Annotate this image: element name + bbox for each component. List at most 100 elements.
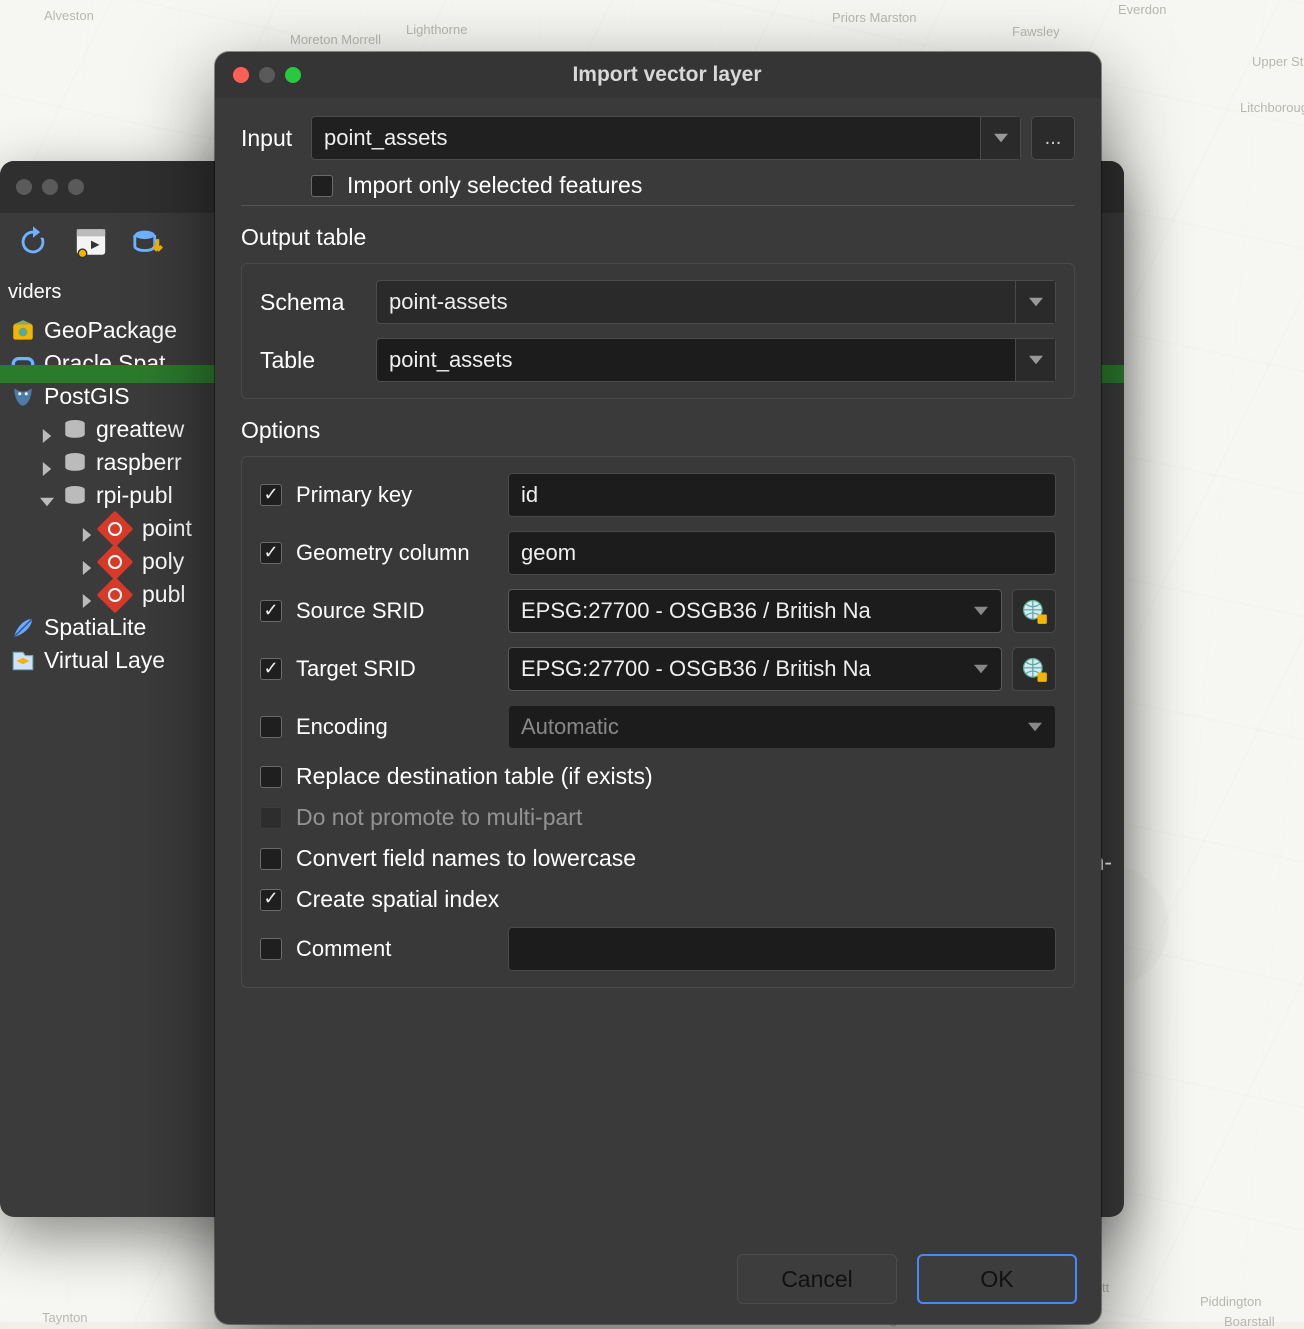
source-srid-checkbox[interactable] <box>260 600 282 622</box>
spatialite-icon <box>10 615 36 641</box>
map-label: Piddington <box>1200 1294 1261 1309</box>
divider <box>241 205 1075 206</box>
map-label: Priors Marston <box>832 10 917 25</box>
target-srid-picker-button[interactable] <box>1012 647 1056 691</box>
spatial-index-label: Create spatial index <box>296 886 499 913</box>
chevron-down-icon[interactable] <box>980 117 1020 159</box>
sql-window-icon[interactable] <box>72 223 110 261</box>
virtual-layers-icon <box>10 648 36 674</box>
schema-label: point <box>142 515 192 542</box>
map-label: Lighthorne <box>406 22 467 37</box>
cancel-button[interactable]: Cancel <box>737 1254 897 1304</box>
minimize-icon[interactable] <box>259 67 275 83</box>
provider-label: PostGIS <box>44 383 130 410</box>
dialog-title: Import vector layer <box>311 63 1083 87</box>
zoom-icon[interactable] <box>285 67 301 83</box>
spatial-index-checkbox[interactable] <box>260 889 282 911</box>
replace-table-checkbox[interactable] <box>260 766 282 788</box>
no-multipart-checkbox <box>260 807 282 829</box>
close-icon[interactable] <box>233 67 249 83</box>
table-label: Table <box>260 347 376 374</box>
chevron-down-icon[interactable] <box>961 648 1001 690</box>
min-dot-inactive[interactable] <box>42 179 58 195</box>
map-label: Fawsley <box>1012 24 1060 39</box>
schema-icon <box>97 576 134 613</box>
input-layer-combo[interactable]: point_assets <box>311 116 1021 160</box>
connection-label: greattew <box>96 416 184 443</box>
database-icon <box>62 450 88 476</box>
output-table-group: Schema point-assets Table point_assets <box>241 263 1075 399</box>
browse-button[interactable]: ... <box>1031 116 1075 160</box>
chevron-right-icon <box>80 588 94 602</box>
schema-icon <box>97 543 134 580</box>
source-srid-picker-button[interactable] <box>1012 589 1056 633</box>
map-label: Upper St <box>1252 54 1303 69</box>
dialog-button-bar: Cancel OK <box>737 1254 1077 1304</box>
geopackage-icon <box>10 318 36 344</box>
geometry-column-label: Geometry column <box>296 540 470 566</box>
encoding-checkbox[interactable] <box>260 716 282 738</box>
dialog-titlebar[interactable]: Import vector layer <box>215 52 1101 98</box>
map-label: Litchborough <box>1240 100 1304 115</box>
map-label: Everdon <box>1118 2 1166 17</box>
chevron-right-icon <box>40 423 54 437</box>
refresh-icon[interactable] <box>14 223 52 261</box>
source-srid-combo[interactable]: EPSG:27700 - OSGB36 / British Na <box>508 589 1002 633</box>
schema-icon <box>97 510 134 547</box>
comment-input[interactable] <box>508 927 1056 971</box>
primary-key-label: Primary key <box>296 482 412 508</box>
chevron-down-icon[interactable] <box>961 590 1001 632</box>
connection-label: rpi-publ <box>96 482 173 509</box>
chevron-down-icon[interactable] <box>1015 706 1055 748</box>
schema-combo[interactable]: point-assets <box>376 280 1056 324</box>
ok-button[interactable]: OK <box>917 1254 1077 1304</box>
target-srid-combo[interactable]: EPSG:27700 - OSGB36 / British Na <box>508 647 1002 691</box>
table-value: point_assets <box>389 347 513 373</box>
comment-checkbox[interactable] <box>260 938 282 960</box>
chevron-down-icon[interactable] <box>1015 339 1055 381</box>
map-label: Moreton Morrell <box>290 32 381 47</box>
chevron-down-icon <box>40 489 54 503</box>
primary-key-input[interactable]: id <box>508 473 1056 517</box>
geometry-column-checkbox[interactable] <box>260 542 282 564</box>
chevron-right-icon <box>80 522 94 536</box>
options-label: Options <box>241 417 1075 444</box>
target-srid-checkbox[interactable] <box>260 658 282 680</box>
primary-key-checkbox[interactable] <box>260 484 282 506</box>
chevron-down-icon[interactable] <box>1015 281 1055 323</box>
chevron-right-icon <box>80 555 94 569</box>
schema-label: publ <box>142 581 185 608</box>
database-icon <box>62 417 88 443</box>
encoding-label: Encoding <box>296 714 388 740</box>
schema-value: point-assets <box>389 289 508 315</box>
schema-label: Schema <box>260 289 376 316</box>
import-layer-icon[interactable] <box>130 223 168 261</box>
provider-label: GeoPackage <box>44 317 177 344</box>
close-dot-inactive[interactable] <box>16 179 32 195</box>
lowercase-label: Convert field names to lowercase <box>296 845 636 872</box>
input-layer-value: point_assets <box>324 125 448 151</box>
encoding-combo[interactable]: Automatic <box>508 705 1056 749</box>
traffic-lights-inactive <box>16 179 84 195</box>
geometry-column-input[interactable]: geom <box>508 531 1056 575</box>
import-selected-checkbox[interactable] <box>311 175 333 197</box>
schema-label: poly <box>142 548 184 575</box>
import-selected-label: Import only selected features <box>347 172 642 199</box>
provider-label: Virtual Laye <box>44 647 165 674</box>
map-label: Alveston <box>44 8 94 23</box>
no-multipart-label: Do not promote to multi-part <box>296 804 582 831</box>
table-combo[interactable]: point_assets <box>376 338 1056 382</box>
comment-label: Comment <box>296 936 391 962</box>
target-srid-label: Target SRID <box>296 656 416 682</box>
max-dot-inactive[interactable] <box>68 179 84 195</box>
input-label: Input <box>241 125 311 152</box>
replace-table-label: Replace destination table (if exists) <box>296 763 653 790</box>
postgis-icon <box>10 384 36 410</box>
connection-label: raspberr <box>96 449 182 476</box>
lowercase-checkbox[interactable] <box>260 848 282 870</box>
options-group: Primary key id Geometry column geom <box>241 456 1075 988</box>
database-icon <box>62 483 88 509</box>
source-srid-label: Source SRID <box>296 598 424 624</box>
map-label: Taynton <box>42 1310 88 1325</box>
chevron-right-icon <box>40 456 54 470</box>
